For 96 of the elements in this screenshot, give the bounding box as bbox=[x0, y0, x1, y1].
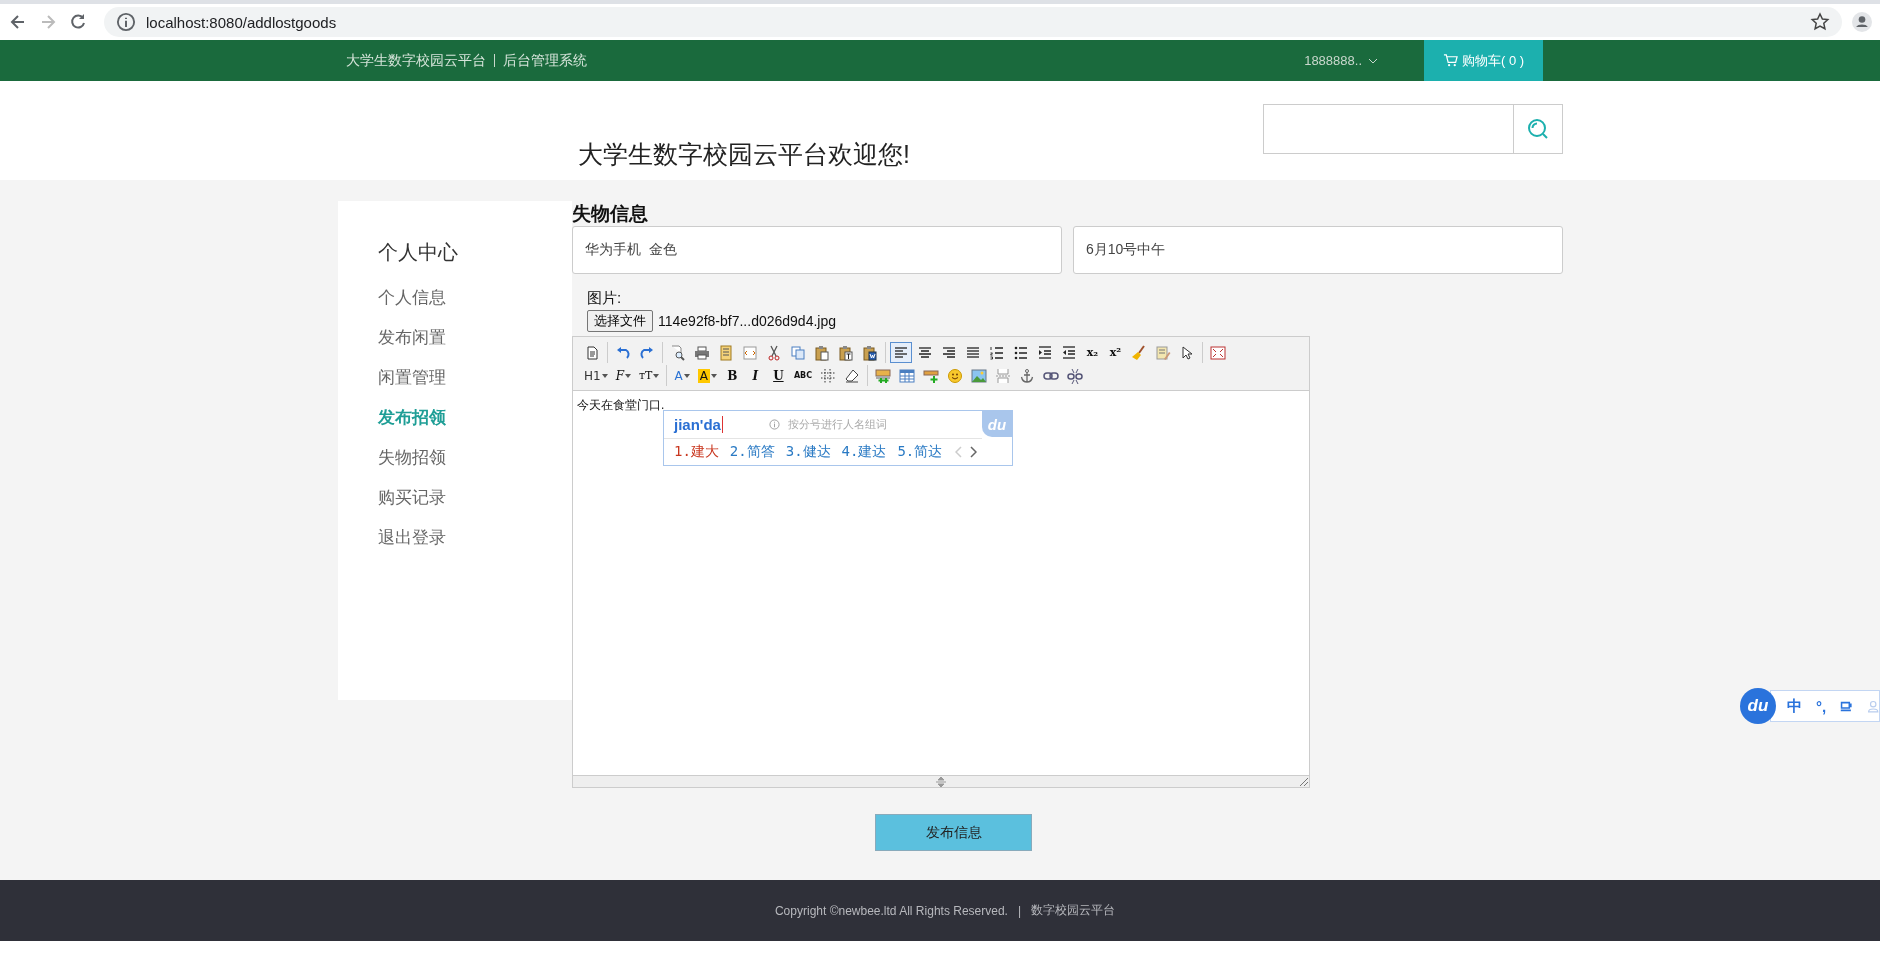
image-icon[interactable] bbox=[971, 367, 988, 384]
indent-icon[interactable] bbox=[1037, 344, 1053, 361]
copy-icon[interactable] bbox=[790, 344, 806, 361]
input-field[interactable]: 华为手机 金色 bbox=[572, 226, 1062, 274]
subscript-button[interactable]: x₂ bbox=[1082, 342, 1103, 363]
search-icon bbox=[1526, 117, 1550, 141]
clipboard-icon[interactable] bbox=[814, 344, 830, 361]
footer-separator: | bbox=[1017, 903, 1022, 918]
bold-button[interactable]: B bbox=[721, 365, 743, 386]
star-icon[interactable] bbox=[1810, 12, 1830, 32]
outdent-icon[interactable] bbox=[1061, 344, 1077, 361]
sidebar-item[interactable]: 发布闲置 bbox=[378, 328, 572, 368]
smiley-icon[interactable] bbox=[947, 367, 964, 384]
submit-button[interactable]: 发布信息 bbox=[875, 814, 1032, 851]
input-field[interactable]: 6月10号中午 bbox=[1073, 226, 1563, 274]
insert-row-icon[interactable] bbox=[923, 367, 940, 384]
punctuation-toggle[interactable]: °, bbox=[1816, 697, 1827, 715]
info-icon[interactable] bbox=[116, 12, 136, 32]
align-right-icon[interactable] bbox=[941, 344, 957, 361]
profile-icon[interactable] bbox=[1852, 12, 1872, 32]
caret-icon bbox=[710, 373, 717, 378]
url-text: localhost:8080/addlostgoods bbox=[146, 13, 337, 31]
row-insert-icon[interactable] bbox=[875, 367, 892, 384]
strikethrough-button[interactable]: ABC bbox=[790, 365, 816, 386]
printer-icon[interactable] bbox=[694, 344, 710, 361]
fullscreen-icon[interactable] bbox=[1210, 344, 1226, 361]
editor-text: 今天在食堂门口. bbox=[577, 398, 665, 412]
redo-icon[interactable] bbox=[639, 344, 655, 361]
numbered-list-icon[interactable] bbox=[989, 344, 1005, 361]
font-size-menu[interactable]: ᴛT bbox=[636, 365, 663, 386]
sidebar-item[interactable]: 发布招领 bbox=[378, 408, 572, 448]
document-icon[interactable] bbox=[718, 344, 734, 361]
next-page-icon[interactable] bbox=[969, 446, 978, 458]
copyright-text: Copyright ©newbee.ltd All Rights Reserved. bbox=[774, 903, 1008, 918]
ime-hint: 按分号进行人名组词 bbox=[787, 417, 887, 432]
user-menu[interactable]: 1888888.. bbox=[1304, 53, 1378, 68]
footer-link[interactable]: 数字校园云平台 bbox=[1031, 902, 1116, 919]
resize-handle-icon[interactable] bbox=[935, 776, 947, 787]
reload-icon[interactable] bbox=[68, 12, 88, 32]
input-mode-toggle[interactable]: 中 bbox=[1787, 696, 1802, 716]
resize-grip-icon[interactable] bbox=[1300, 778, 1308, 786]
ime-candidate[interactable]: 4.建达 bbox=[841, 443, 887, 461]
table-icon[interactable] bbox=[899, 367, 916, 384]
clipboard-word-icon[interactable] bbox=[862, 344, 878, 361]
italic-button[interactable]: I bbox=[744, 365, 766, 386]
highlight-menu[interactable]: A bbox=[694, 365, 720, 386]
ime-candidate[interactable]: 3.健达 bbox=[785, 443, 831, 461]
font-color-menu[interactable]: A bbox=[671, 365, 693, 386]
composition-text: jian'da bbox=[674, 416, 723, 433]
site-subtitle[interactable]: 后台管理系统 bbox=[503, 51, 587, 70]
caret-icon bbox=[683, 373, 690, 378]
dotted-grid-icon[interactable] bbox=[820, 367, 837, 384]
unlink-icon[interactable] bbox=[1067, 367, 1084, 384]
bullet-list-icon[interactable] bbox=[1013, 344, 1029, 361]
font-family-menu[interactable]: F bbox=[612, 365, 634, 386]
sidebar-item[interactable]: 闲置管理 bbox=[378, 368, 572, 408]
section-heading: 失物信息 bbox=[572, 202, 649, 226]
info-icon bbox=[768, 419, 780, 430]
align-left-icon[interactable] bbox=[893, 344, 909, 361]
ime-candidate[interactable]: 5.简达 bbox=[897, 443, 943, 461]
ime-candidate[interactable]: 2.简答 bbox=[729, 443, 775, 461]
superscript-button[interactable]: x² bbox=[1105, 342, 1126, 363]
ime-candidate[interactable]: 1.建大 bbox=[674, 443, 719, 461]
broom-icon[interactable] bbox=[1131, 344, 1147, 361]
anchor-icon[interactable] bbox=[1019, 367, 1036, 384]
ime-logo: du bbox=[982, 411, 1012, 437]
undo-icon[interactable] bbox=[615, 344, 631, 361]
eraser-icon[interactable] bbox=[844, 367, 861, 384]
search-field[interactable] bbox=[1263, 104, 1513, 154]
welcome-title: 大学生数字校园云平台欢迎您! bbox=[578, 139, 910, 170]
clipboard-text-icon[interactable] bbox=[838, 344, 854, 361]
underline-button[interactable]: U bbox=[767, 365, 789, 386]
caret-icon bbox=[1368, 57, 1378, 64]
scissors-icon[interactable] bbox=[766, 344, 782, 361]
choose-file-button[interactable]: 选择文件 bbox=[587, 310, 653, 332]
file-name: 114e92f8-bf7...d026d9d4.jpg bbox=[658, 313, 836, 329]
sidebar-item[interactable]: 个人信息 bbox=[378, 288, 572, 328]
heading-menu[interactable]: H1 bbox=[581, 365, 611, 386]
code-document-icon[interactable] bbox=[742, 344, 758, 361]
document-icon[interactable] bbox=[584, 344, 600, 361]
caret-icon bbox=[653, 373, 660, 378]
cart-icon bbox=[1442, 53, 1458, 68]
sidebar-item[interactable]: 退出登录 bbox=[378, 528, 572, 568]
address-bar[interactable]: localhost:8080/addlostgoods bbox=[104, 7, 1842, 37]
cursor-icon[interactable] bbox=[1179, 344, 1195, 361]
sidebar-item[interactable]: 购买记录 bbox=[378, 488, 572, 528]
align-center-icon[interactable] bbox=[917, 344, 933, 361]
justify-icon[interactable] bbox=[965, 344, 981, 361]
image-label: 图片: bbox=[587, 289, 623, 308]
sidebar-title: 个人中心 bbox=[378, 240, 459, 265]
caret-icon bbox=[601, 373, 608, 378]
site-title[interactable]: 大学生数字校园云平台 bbox=[346, 51, 486, 70]
caret-icon bbox=[625, 373, 631, 378]
magnifier-document-icon[interactable] bbox=[670, 344, 686, 361]
search-button[interactable] bbox=[1513, 104, 1563, 154]
sidebar-item[interactable]: 失物招领 bbox=[378, 448, 572, 488]
